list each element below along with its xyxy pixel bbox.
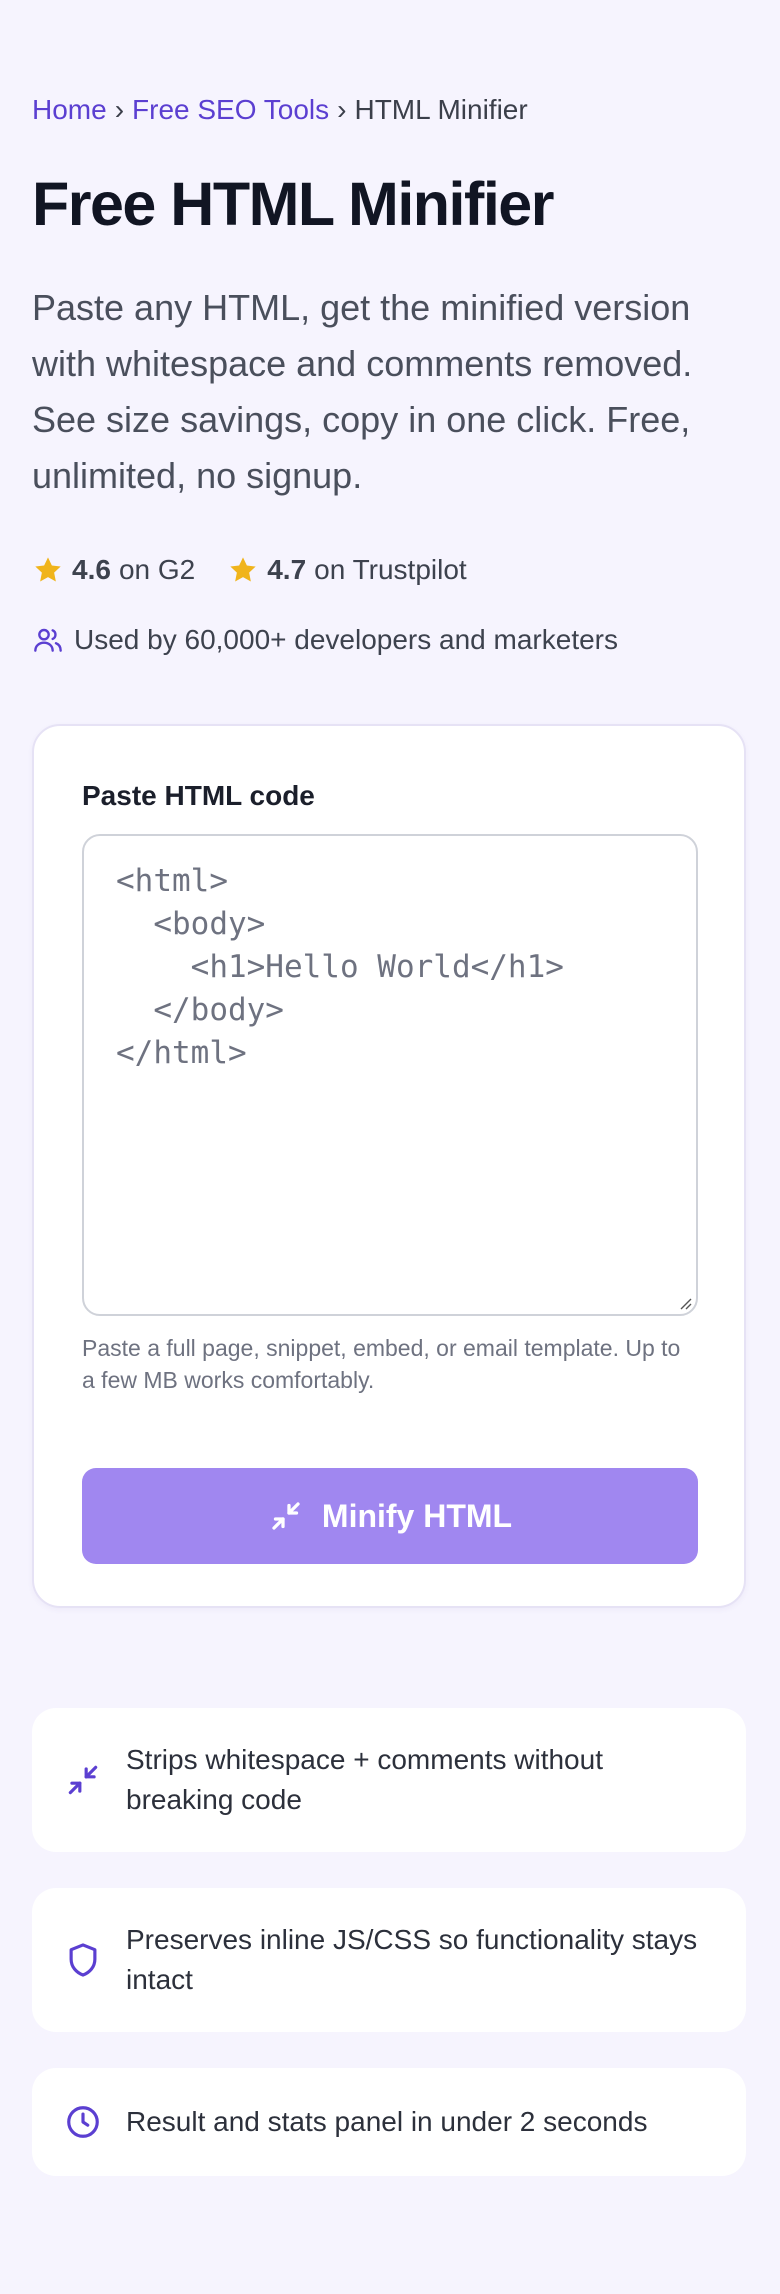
social-proof: Used by 60,000+ developers and marketers [32, 620, 748, 660]
breadcrumb-tools-link[interactable]: Free SEO Tools [132, 92, 329, 128]
social-proof-text: Used by 60,000+ developers and marketers [74, 624, 618, 655]
minimize-arrows-icon [272, 1502, 300, 1530]
resize-handle-icon[interactable] [678, 1296, 692, 1310]
breadcrumb: Home › Free SEO Tools › HTML Minifier [32, 92, 748, 128]
users-icon [34, 628, 62, 652]
feature-item: Strips whitespace + comments without bre… [32, 1708, 746, 1852]
feature-item: Result and stats panel in under 2 second… [32, 2068, 746, 2176]
breadcrumb-home-link[interactable]: Home [32, 92, 107, 128]
shield-icon [69, 1943, 97, 1977]
rating-trustpilot: 4.7 on Trustpilot [227, 554, 467, 586]
minify-html-button[interactable]: Minify HTML [82, 1468, 698, 1564]
star-icon [230, 557, 256, 582]
feature-text: Strips whitespace + comments without bre… [126, 1744, 603, 1815]
minimize-arrows-icon [68, 1765, 98, 1795]
feature-text: Result and stats panel in under 2 second… [126, 2106, 648, 2137]
page-title: Free HTML Minifier [32, 170, 554, 238]
rating-g2: 4.6 on G2 [32, 554, 195, 586]
page: Home › Free SEO Tools › HTML Minifier Fr… [0, 0, 780, 2176]
html-input-help: Paste a full page, snippet, embed, or em… [82, 1335, 681, 1393]
rating-score: 4.7 [267, 554, 307, 585]
breadcrumb-current: HTML Minifier [354, 94, 528, 125]
breadcrumb-separator: › [114, 94, 125, 125]
html-input-textarea[interactable]: <html> <body> <h1>Hello World</h1> </bod… [82, 834, 698, 1316]
minifier-card: Paste HTML code <html> <body> <h1>Hello … [32, 724, 746, 1608]
page-subtitle: Paste any HTML, get the minified version… [32, 287, 693, 496]
minify-button-label: Minify HTML [321, 1497, 513, 1534]
breadcrumb-separator: › [337, 94, 347, 125]
ratings-row: 4.6 on G2 4.7 on Trustpilot [32, 550, 748, 590]
rating-source: on Trustpilot [314, 554, 467, 585]
rating-score: 4.6 [72, 554, 111, 585]
feature-text: Preserves inline JS/CSS so functionality… [126, 1924, 698, 1995]
feature-item: Preserves inline JS/CSS so functionality… [32, 1888, 746, 2032]
clock-icon [67, 2106, 99, 2138]
star-icon [35, 557, 61, 582]
rating-source: on G2 [118, 554, 196, 585]
html-input-label: Paste HTML code [82, 780, 315, 811]
